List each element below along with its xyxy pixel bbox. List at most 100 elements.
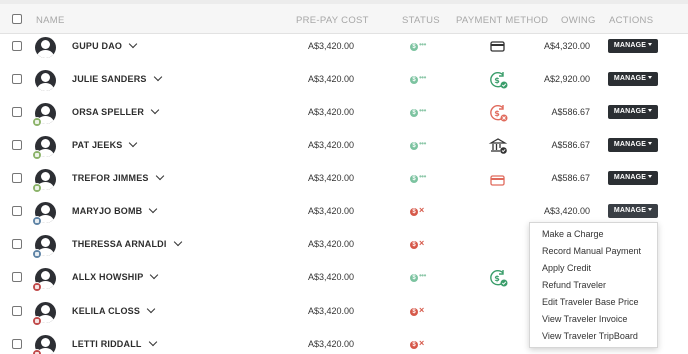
- status-more-icon: •••: [419, 271, 426, 280]
- manage-button[interactable]: MANAGE: [608, 39, 658, 53]
- menu-item-make-charge[interactable]: Make a Charge: [542, 229, 604, 239]
- svg-text:$: $: [494, 274, 500, 283]
- avatar-badge-icon: [32, 183, 42, 193]
- caret-down-icon: [648, 43, 653, 46]
- x-icon: ×: [419, 238, 425, 248]
- prepay-cost: A$3,420.00: [307, 173, 354, 183]
- cash-failed-icon: $: [490, 105, 508, 122]
- dollar-x-icon: $: [410, 208, 418, 216]
- row-checkbox[interactable]: [12, 339, 22, 349]
- owing-amount: A$586.67: [551, 107, 590, 117]
- traveler-name[interactable]: KELILA CLOSS: [72, 304, 156, 316]
- prepay-cost: A$3,420.00: [307, 239, 354, 249]
- chevron-down-icon[interactable]: [153, 72, 162, 82]
- dollar-check-icon: $: [410, 142, 418, 150]
- col-payment-method-header[interactable]: PAYMENT METHOD: [456, 15, 548, 26]
- col-owing-header[interactable]: OWING: [561, 15, 596, 26]
- avatar-badge-icon: [32, 117, 42, 127]
- menu-item-edit-base-price[interactable]: Edit Traveler Base Price: [542, 297, 639, 307]
- prepay-cost: A$3,420.00: [307, 74, 354, 84]
- owing-amount: A$2,920.00: [543, 74, 590, 84]
- row-checkbox[interactable]: [12, 272, 22, 282]
- row-checkbox[interactable]: [12, 140, 22, 150]
- traveler-name[interactable]: JULIE SANDERS: [72, 72, 162, 84]
- cash-paid-icon: $: [490, 270, 508, 287]
- manage-dropdown-menu: Make a Charge Record Manual Payment Appl…: [529, 222, 658, 348]
- status-more-icon: •••: [419, 40, 426, 49]
- row-checkbox[interactable]: [12, 239, 22, 249]
- avatar-badge-icon: [32, 216, 42, 226]
- chevron-down-icon[interactable]: [128, 39, 138, 49]
- manage-button[interactable]: MANAGE: [608, 105, 658, 119]
- chevron-down-icon[interactable]: [149, 204, 158, 214]
- avatar-badge-icon: [32, 282, 42, 292]
- menu-item-refund-traveler[interactable]: Refund Traveler: [542, 280, 606, 290]
- caret-down-icon: [648, 208, 653, 211]
- x-icon: ×: [419, 305, 425, 315]
- table-header: NAME PRE-PAY COST STATUS PAYMENT METHOD …: [0, 4, 688, 34]
- chevron-down-icon[interactable]: [146, 304, 156, 314]
- chevron-down-icon[interactable]: [150, 105, 160, 115]
- prepay-cost: A$3,420.00: [307, 41, 354, 51]
- menu-item-apply-credit[interactable]: Apply Credit: [542, 263, 591, 273]
- menu-item-record-manual-payment[interactable]: Record Manual Payment: [542, 246, 641, 256]
- prepay-cost: A$3,420.00: [307, 206, 354, 216]
- dollar-x-icon: $: [410, 241, 418, 249]
- manage-button[interactable]: MANAGE: [608, 138, 658, 152]
- menu-item-view-tripboard[interactable]: View Traveler TripBoard: [542, 331, 638, 341]
- table-row: GUPU DAO A$3,420.00 $ ••• A$4,320.00 MAN…: [0, 33, 688, 66]
- cash-paid-icon: $: [490, 72, 508, 89]
- dollar-x-icon: $: [410, 341, 418, 349]
- chevron-down-icon[interactable]: [129, 138, 138, 148]
- manage-button[interactable]: MANAGE: [608, 171, 658, 185]
- traveler-name[interactable]: THERESSA ARNALDI: [72, 237, 182, 249]
- manage-button[interactable]: MANAGE: [608, 72, 658, 86]
- traveler-name[interactable]: ALLX HOWSHIP: [72, 270, 159, 282]
- col-prepay-header[interactable]: PRE-PAY COST: [296, 15, 369, 26]
- row-checkbox[interactable]: [12, 74, 22, 84]
- credit-card-icon: [490, 41, 505, 52]
- manage-button[interactable]: MANAGE: [608, 204, 658, 218]
- table-row: ORSA SPELLER A$3,420.00 $ ••• $ A$586.67…: [0, 99, 688, 132]
- row-checkbox[interactable]: [12, 41, 22, 51]
- row-checkbox[interactable]: [12, 173, 22, 183]
- traveler-name[interactable]: PAT JEEKS: [72, 138, 138, 150]
- chevron-down-icon[interactable]: [150, 270, 159, 280]
- col-name-header[interactable]: NAME: [36, 15, 65, 26]
- col-status-header[interactable]: STATUS: [402, 15, 440, 26]
- traveler-name[interactable]: ORSA SPELLER: [72, 105, 160, 117]
- dollar-check-icon: $: [410, 175, 418, 183]
- traveler-name[interactable]: GUPU DAO: [72, 39, 138, 51]
- prepay-cost: A$3,420.00: [307, 107, 354, 117]
- row-checkbox[interactable]: [12, 107, 22, 117]
- caret-down-icon: [648, 109, 653, 112]
- avatar: [35, 70, 56, 91]
- prepay-cost: A$3,420.00: [307, 272, 354, 282]
- avatar: [35, 37, 56, 58]
- table-row: TREFOR JIMMES A$3,420.00 $ ••• A$586.67 …: [0, 165, 688, 198]
- chevron-down-icon[interactable]: [148, 337, 157, 347]
- table-row: JULIE SANDERS A$3,420.00 $ ••• $ A$2,920…: [0, 66, 688, 99]
- dollar-x-icon: $: [410, 308, 418, 316]
- dollar-check-icon: $: [410, 274, 418, 282]
- owing-amount: A$586.67: [551, 140, 590, 150]
- prepay-cost: A$3,420.00: [307, 339, 354, 349]
- menu-item-view-invoice[interactable]: View Traveler Invoice: [542, 314, 627, 324]
- select-all-checkbox[interactable]: [12, 14, 22, 24]
- chevron-down-icon[interactable]: [155, 171, 164, 181]
- col-actions-header[interactable]: ACTIONS: [609, 15, 653, 26]
- traveler-name[interactable]: LETTI RIDDALL: [72, 337, 157, 349]
- x-icon: ×: [419, 338, 425, 348]
- traveler-name[interactable]: TREFOR JIMMES: [72, 171, 164, 183]
- x-icon: ×: [419, 205, 425, 215]
- credit-card-red-icon: [490, 175, 505, 186]
- status-more-icon: •••: [419, 106, 426, 115]
- row-checkbox[interactable]: [12, 306, 22, 316]
- dollar-check-icon: $: [410, 76, 418, 84]
- traveler-name[interactable]: MARYJO BOMB: [72, 204, 158, 216]
- svg-text:$: $: [494, 76, 500, 85]
- row-checkbox[interactable]: [12, 206, 22, 216]
- avatar-badge-icon: [32, 249, 42, 259]
- chevron-down-icon[interactable]: [173, 237, 182, 247]
- caret-down-icon: [648, 76, 653, 79]
